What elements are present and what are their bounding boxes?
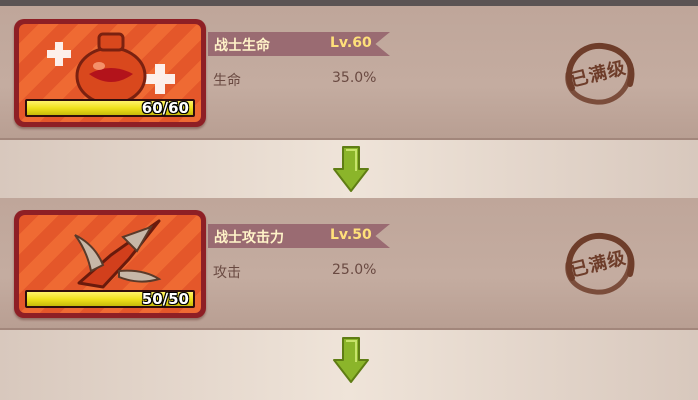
stat-value: 25.0% <box>332 262 377 278</box>
progress-text: 60/60 <box>141 99 189 117</box>
progress-bar: 60/60 <box>25 99 195 117</box>
skill-panel-life: 60/60 战士生命 Lv.60 生命 35.0% 已满级 <box>0 6 698 140</box>
arrow-down-icon <box>333 337 369 383</box>
arrow-down-icon <box>333 146 369 192</box>
stat-label: 攻击 <box>213 265 241 281</box>
skill-name: 战士攻击力 <box>214 230 284 246</box>
progress-bar: 50/50 <box>25 290 195 308</box>
skill-card-inner: 60/60 <box>19 24 201 122</box>
skill-panel-attack: 50/50 战士攻击力 Lv.50 攻击 25.0% 已满级 <box>0 198 698 330</box>
skill-card-inner: 50/50 <box>19 215 201 313</box>
skill-name: 战士生命 <box>214 38 270 54</box>
skill-title-ribbon: 战士攻击力 Lv.50 <box>208 224 390 248</box>
stat-value: 35.0% <box>332 70 377 86</box>
skill-card[interactable]: 50/50 <box>14 210 206 318</box>
potion-bottle-icon <box>47 32 175 100</box>
stat-label: 生命 <box>213 73 241 89</box>
max-level-stamp: 已满级 <box>556 38 640 110</box>
shuriken-blade-icon <box>74 219 162 289</box>
skill-card[interactable]: 60/60 <box>14 19 206 127</box>
max-level-stamp: 已满级 <box>556 228 640 300</box>
skill-title-ribbon: 战士生命 Lv.60 <box>208 32 390 56</box>
skill-level: Lv.60 <box>330 35 372 51</box>
progress-text: 50/50 <box>141 290 189 308</box>
skill-level: Lv.50 <box>330 227 372 243</box>
